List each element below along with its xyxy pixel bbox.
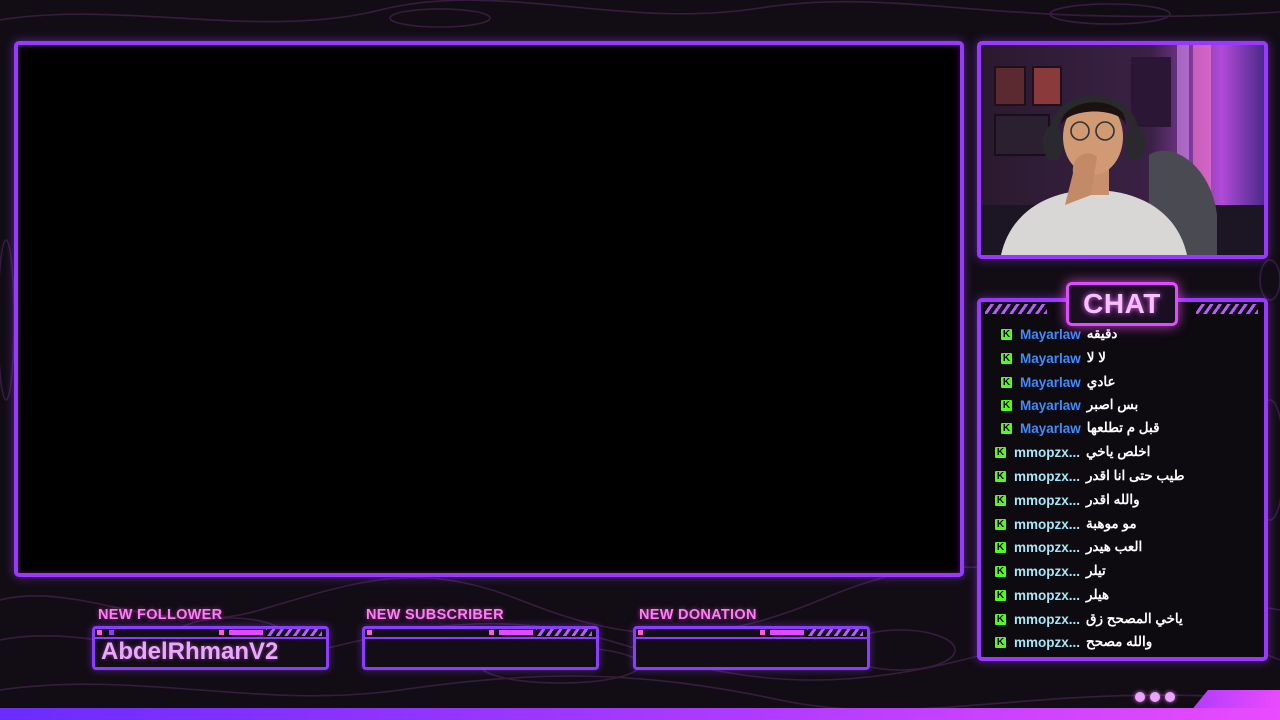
chat-message: K mmopzx... تيلر <box>995 561 1106 581</box>
alert-decor-square <box>367 630 372 635</box>
chat-decor-stripes-left <box>985 304 1047 314</box>
alert-decor-stripes <box>536 629 592 636</box>
chat-message: K mmopzx... والله اقدر <box>995 490 1140 510</box>
kick-icon: K <box>1001 399 1012 411</box>
alert-header-strip <box>636 629 867 639</box>
chat-text: والله اقدر <box>1086 492 1140 507</box>
chat-message: K mmopzx... مو موهبة <box>995 514 1137 534</box>
alert-decor-bar <box>499 630 533 635</box>
chat-text: بس اصبر <box>1086 397 1139 412</box>
chat-username: mmopzx... <box>1014 634 1081 650</box>
new-subscriber-label: NEW SUBSCRIBER <box>366 607 504 623</box>
chat-message: K mmopzx... والله مصحح <box>995 632 1152 652</box>
chat-username: Mayarlaw <box>1020 326 1081 342</box>
chat-message: K mmopzx... العب هيدر <box>995 537 1142 557</box>
alert-decor-square <box>97 630 102 635</box>
chat-message: K mmopzx... طيب حتى انا اقدر <box>995 466 1184 486</box>
chat-text: طيب حتى انا اقدر <box>1086 468 1185 483</box>
chat-text: هيلر <box>1086 587 1110 602</box>
new-follower-name: AbdelRhmanV2 <box>101 638 279 665</box>
chat-panel: K Mayarlaw دقيقه K Mayarlaw لا لا K Maya… <box>977 298 1268 661</box>
alert-decor-bar <box>229 630 263 635</box>
chat-decor-stripes-right <box>1196 304 1258 314</box>
new-subscriber-box <box>362 626 599 670</box>
decor-dot <box>1165 692 1175 702</box>
decor-dot <box>1150 692 1160 702</box>
chat-username: Mayarlaw <box>1020 374 1081 390</box>
chat-text: لا لا <box>1086 350 1106 365</box>
chat-message: K Mayarlaw لا لا <box>1001 348 1106 368</box>
kick-icon: K <box>1001 352 1012 364</box>
chat-text: عادي <box>1086 374 1116 389</box>
kick-icon: K <box>995 613 1006 625</box>
chat-username: mmopzx... <box>1014 492 1081 508</box>
chat-message: K mmopzx... اخلص ياخي <box>995 442 1150 462</box>
chat-username: Mayarlaw <box>1020 350 1081 366</box>
chat-username: Mayarlaw <box>1020 397 1081 413</box>
new-follower-box: AbdelRhmanV2 <box>92 626 329 670</box>
alert-decor-stripes <box>807 629 863 636</box>
kick-icon: K <box>995 541 1006 553</box>
kick-icon: K <box>995 470 1006 482</box>
chat-message: K Mayarlaw عادي <box>1001 372 1116 392</box>
game-capture-frame <box>14 41 964 577</box>
chat-message: K Mayarlaw دقيقه <box>1001 324 1117 344</box>
chat-message: K mmopzx... هيلر <box>995 585 1109 605</box>
chat-text: مو موهبة <box>1086 516 1137 531</box>
chat-username: mmopzx... <box>1014 563 1081 579</box>
chat-username: mmopzx... <box>1014 539 1081 555</box>
chat-username: mmopzx... <box>1014 587 1081 603</box>
kick-icon: K <box>995 636 1006 648</box>
chat-username: mmopzx... <box>1014 611 1081 627</box>
alert-decor-square <box>760 630 765 635</box>
alert-header-strip <box>365 629 596 639</box>
chat-text: العب هيدر <box>1086 539 1143 554</box>
bottom-accent-bar <box>0 708 1280 720</box>
kick-icon: K <box>995 565 1006 577</box>
alert-decor-stripes <box>266 629 322 636</box>
kick-icon: K <box>1001 328 1012 340</box>
alert-decor-square <box>109 630 114 635</box>
alert-decor-square <box>219 630 224 635</box>
kick-icon: K <box>995 446 1006 458</box>
new-follower-label: NEW FOLLOWER <box>98 607 223 623</box>
new-donation-box <box>633 626 870 670</box>
alert-decor-square <box>489 630 494 635</box>
decor-dot <box>1135 692 1145 702</box>
chat-username: mmopzx... <box>1014 444 1081 460</box>
chat-text: دقيقه <box>1086 326 1118 341</box>
chat-text: قبل م تطلعها <box>1086 420 1160 435</box>
chat-message: K Mayarlaw قبل م تطلعها <box>1001 418 1160 438</box>
chat-message: K mmopzx... ياخي المصحح زق <box>995 609 1183 629</box>
chat-text: تيلر <box>1086 563 1106 578</box>
decor-dots <box>1135 692 1175 702</box>
chat-text: ياخي المصحح زق <box>1086 611 1183 626</box>
chat-username: mmopzx... <box>1014 468 1081 484</box>
alert-decor-bar <box>770 630 804 635</box>
webcam-frame <box>977 41 1268 259</box>
kick-icon: K <box>1001 376 1012 388</box>
chat-text: اخلص ياخي <box>1086 444 1151 459</box>
chat-username: mmopzx... <box>1014 516 1081 532</box>
alert-decor-square <box>638 630 643 635</box>
kick-icon: K <box>995 589 1006 601</box>
new-donation-label: NEW DONATION <box>639 607 757 623</box>
kick-icon: K <box>1001 422 1012 434</box>
kick-icon: K <box>995 518 1006 530</box>
chat-username: Mayarlaw <box>1020 420 1081 436</box>
chat-title: CHAT <box>1066 282 1178 326</box>
kick-icon: K <box>995 494 1006 506</box>
chat-text: والله مصحح <box>1086 634 1153 649</box>
webcam-feed <box>981 45 1264 255</box>
chat-message: K Mayarlaw بس اصبر <box>1001 395 1138 415</box>
